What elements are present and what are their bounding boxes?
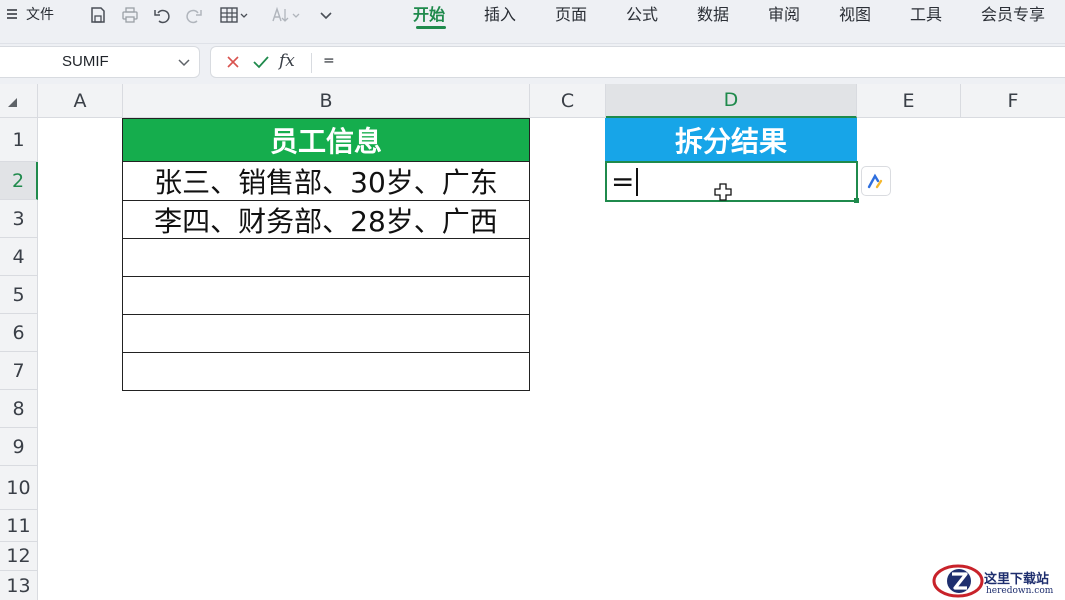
column-header-e[interactable]: E	[857, 84, 961, 118]
column-header-b[interactable]: B	[123, 84, 530, 118]
tab-member[interactable]: 会员专享	[981, 0, 1045, 30]
cell-b1[interactable]: 员工信息	[122, 118, 530, 162]
redo-icon	[186, 9, 202, 24]
formula-bar: SUMIF fx =	[0, 44, 1065, 84]
formula-input[interactable]: fx =	[210, 46, 1065, 78]
chevron-down-icon	[320, 12, 332, 20]
cell-b7[interactable]	[122, 352, 530, 391]
row-header-10[interactable]: 10	[0, 466, 38, 510]
hamburger-icon	[7, 9, 17, 19]
row-header-6[interactable]: 6	[0, 314, 38, 352]
row-header-13[interactable]: 13	[0, 571, 38, 600]
select-all-triangle	[8, 98, 17, 107]
row-header-8[interactable]: 8	[0, 390, 38, 428]
row-header-4[interactable]: 4	[0, 238, 38, 276]
column-header-c[interactable]: C	[530, 84, 606, 118]
cell-b4[interactable]	[122, 238, 530, 277]
file-menu-button[interactable]: 文件	[6, 0, 54, 28]
file-menu-label: 文件	[26, 7, 54, 23]
cell-b2[interactable]: 张三、销售部、30岁、广东	[122, 162, 530, 201]
sort-button[interactable]	[266, 0, 304, 30]
fill-handle[interactable]	[854, 198, 859, 203]
row-header-3[interactable]: 3	[0, 200, 38, 238]
tab-formulas[interactable]: 公式	[626, 0, 658, 30]
formula-separator	[311, 53, 312, 73]
name-box[interactable]: SUMIF	[0, 46, 200, 78]
tab-tools[interactable]: 工具	[910, 0, 942, 30]
ribbon-toolbar: 文件 开始 插入 页面 公式 数据 审阅 视图 工具 会员专享	[0, 0, 1065, 44]
print-button[interactable]	[118, 0, 142, 30]
row-header-9[interactable]: 9	[0, 428, 38, 466]
z-logo-icon	[932, 564, 984, 598]
redo-button[interactable]	[182, 0, 206, 30]
formula-text[interactable]: =	[323, 53, 335, 69]
undo-button[interactable]	[150, 0, 174, 30]
row-header-2[interactable]: 2	[0, 162, 38, 200]
row-header-1[interactable]: 1	[0, 118, 38, 162]
save-button[interactable]	[86, 0, 110, 30]
row-header-12[interactable]: 12	[0, 542, 38, 571]
cell-d1[interactable]: 拆分结果	[605, 118, 857, 162]
row-header-5[interactable]: 5	[0, 276, 38, 314]
tab-review[interactable]: 审阅	[768, 0, 800, 30]
watermark-url-text: heredown.com	[986, 586, 1054, 596]
tab-insert[interactable]: 插入	[484, 0, 516, 30]
row-header-11[interactable]: 11	[0, 510, 38, 542]
more-tools-button[interactable]	[314, 0, 338, 30]
table-style-button[interactable]	[216, 0, 252, 30]
row-header-7[interactable]: 7	[0, 352, 38, 390]
text-cursor	[636, 167, 639, 196]
undo-icon	[154, 9, 170, 24]
tab-page[interactable]: 页面	[555, 0, 587, 30]
column-header-f[interactable]: F	[961, 84, 1065, 118]
printer-icon	[122, 7, 138, 23]
name-box-value: SUMIF	[62, 53, 109, 70]
quick-analysis-icon	[867, 173, 883, 189]
cell-b3-text: 李四、财务部、28岁、广西	[154, 204, 498, 238]
column-header-d[interactable]: D	[606, 84, 857, 118]
select-all-corner[interactable]	[0, 84, 38, 118]
tab-data[interactable]: 数据	[697, 0, 729, 30]
column-header-a[interactable]: A	[38, 84, 123, 118]
quick-analysis-button[interactable]	[861, 166, 891, 196]
check-icon[interactable]	[252, 54, 270, 70]
cancel-icon[interactable]	[225, 54, 241, 70]
cell-b5[interactable]	[122, 276, 530, 315]
tab-view[interactable]: 视图	[839, 0, 871, 30]
sort-icon	[272, 6, 300, 22]
active-tab-indicator	[416, 26, 446, 29]
save-icon	[91, 7, 105, 23]
cell-d2-text: =	[611, 165, 635, 198]
watermark-chinese-text: 这里下载站	[984, 572, 1050, 587]
cell-b6[interactable]	[122, 314, 530, 353]
table-grid-icon	[220, 7, 248, 23]
crosshair-cursor-icon	[714, 183, 732, 201]
cell-b3[interactable]: 李四、财务部、28岁、广西	[122, 200, 530, 239]
site-watermark: 这里下载站 heredown.com	[932, 563, 1065, 600]
chevron-down-icon[interactable]	[178, 58, 190, 68]
spreadsheet-app: 文件 开始 插入 页面 公式 数据 审阅 视图 工具 会员专享 SUMIF fx…	[0, 0, 1065, 600]
insert-function-button[interactable]: fx	[279, 51, 295, 71]
